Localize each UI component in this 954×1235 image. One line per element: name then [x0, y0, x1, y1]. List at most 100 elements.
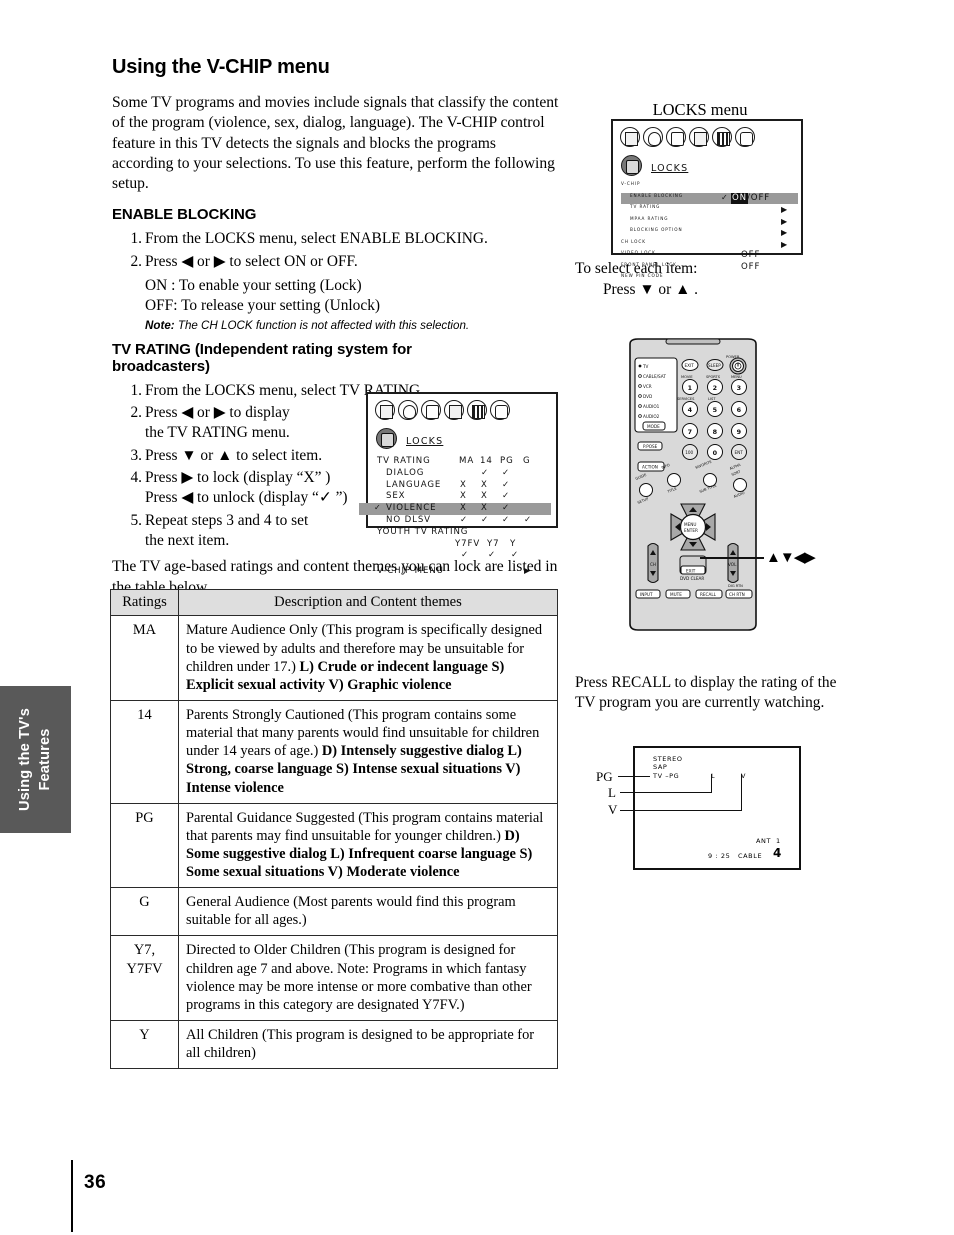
svg-text:MODE: MODE [647, 424, 660, 429]
chevron-right-icon: ▶ [524, 566, 532, 576]
youth-values-row[interactable]: ✓ ✓ ✓ [377, 549, 556, 561]
menu-value-front-panel-lock: OFF [741, 261, 761, 272]
svg-text:P.POSE: P.POSE [643, 444, 658, 449]
callout-l: L [608, 785, 616, 800]
select-item-note-line1: To select each item: [575, 260, 698, 277]
tv-rating-row-sex[interactable]: SEX X X ✓ [377, 490, 556, 502]
svg-text:MUTE: MUTE [670, 592, 682, 597]
cell-description: Directed to Older Children (This program… [178, 935, 558, 1022]
osd-selected-label: LOCKS [406, 435, 444, 447]
svg-text:CH: CH [650, 562, 656, 567]
step-text: Press ◀ or ▶ to select ON or OFF. [145, 252, 358, 270]
svg-text:4: 4 [688, 406, 693, 414]
cell-rating: PG [110, 802, 179, 889]
setup-icon[interactable] [689, 127, 709, 147]
cell-dialog-pg: ✓ [502, 467, 511, 478]
svg-text:VCR: VCR [643, 384, 652, 389]
youth-tv-rating-row: YOUTH TV RATING [377, 526, 556, 538]
menu-item-mpaa-rating[interactable]: MPAA RATING ▶ [621, 216, 801, 228]
menu-value-on: ON [731, 192, 748, 205]
chevron-right-icon: ▶ [781, 239, 789, 249]
table-row: G General Audience (Most parents would f… [110, 887, 558, 937]
svg-text:INPUT: INPUT [640, 592, 653, 597]
cell-rating: Y [110, 1020, 179, 1070]
youth-col-y7: Y7 [487, 538, 500, 549]
tv-rating-row-language[interactable]: LANGUAGE X X ✓ [377, 479, 556, 491]
row-label-dialog: DIALOG [386, 467, 425, 478]
svg-text:VOL: VOL [728, 562, 737, 567]
osd-ant-number: 1 [776, 837, 781, 845]
list-item: 2. Press ◀ or ▶ to select ON or OFF. [112, 252, 560, 272]
svg-text:CABLE/SAT: CABLE/SAT [643, 374, 666, 379]
step-number: 4. [130, 468, 142, 486]
menu-item-enable-blocking[interactable]: ENABLE BLOCKING ✓ ON /OFF [621, 192, 801, 205]
callout-pg: PG [596, 769, 613, 784]
callout-pg-leader [618, 776, 650, 778]
select-item-note: To select each item: Press ▼ or ▲ . [575, 259, 835, 301]
enable-blocking-steps: 1. From the LOCKS menu, select ENABLE BL… [112, 229, 560, 272]
svg-text:DIG RTN: DIG RTN [728, 584, 743, 588]
cell-language-ma: X [460, 479, 467, 490]
osd-source: CABLE [738, 852, 763, 860]
svg-text:EXIT: EXIT [686, 569, 696, 574]
svg-text:1: 1 [688, 384, 692, 392]
picture-icon[interactable] [620, 127, 640, 147]
remote-callout-leader [700, 557, 764, 559]
col-header-description: Description and Content themes [178, 588, 558, 617]
table-row: PG Parental Guidance Suggested (This pro… [110, 802, 558, 889]
locks-icon[interactable] [735, 127, 755, 147]
col-header-pg: PG [500, 456, 514, 466]
channels-icon[interactable] [712, 127, 732, 147]
callout-l-leader-v [711, 774, 713, 793]
chevron-right-icon: ▶ [781, 228, 789, 237]
svg-text:3: 3 [737, 384, 741, 392]
cell-description: General Audience (Most parents would fin… [178, 887, 558, 937]
svg-text:MENU: MENU [684, 522, 696, 527]
page-number-rule [71, 1160, 73, 1232]
cell-language-pg: ✓ [502, 479, 511, 490]
row-label-sex: SEX [386, 491, 406, 502]
desc-text: Parental Guidance Suggested (This progra… [186, 809, 544, 844]
svg-text:0: 0 [713, 449, 718, 457]
menu-item-ch-lock[interactable]: CH LOCK ▶ [621, 239, 801, 251]
col-header-g: G [523, 456, 531, 466]
svg-text:DVD: DVD [643, 394, 652, 399]
tv-rating-row-violence[interactable]: ✓ VIOLENCE X X ✓ [374, 502, 556, 514]
svg-text:TV: TV [642, 364, 649, 369]
cell-description: Parents Strongly Cautioned (This program… [178, 699, 558, 804]
menu-label-enable-blocking: ENABLE BLOCKING [630, 192, 683, 198]
tv-rating-header-label: TV RATING [377, 456, 431, 466]
page-number: 36 [84, 1172, 107, 1193]
tv-rating-osd-diagram: LOCKS TV RATING MA 14 PG G DIALOG ✓ ✓ LA… [359, 392, 558, 576]
cell-sex-14: X [481, 491, 488, 502]
osd-channel-number: 4 [773, 846, 782, 860]
menu-item-blocking-option[interactable]: BLOCKING OPTION ▶ [621, 227, 801, 239]
table-row: Y7, Y7FV Directed to Older Children (Thi… [110, 935, 558, 1022]
heading-enable-blocking: ENABLE BLOCKING [112, 206, 257, 224]
locks-group-title-row: V-CHIP [621, 181, 801, 193]
step-number: 2. [130, 403, 142, 421]
audio-icon[interactable] [643, 127, 663, 147]
svg-text:SERVICES: SERVICES [677, 397, 695, 401]
tv-rating-row-no-dlsv[interactable]: NO DLSV ✓ ✓ ✓ ✓ [377, 514, 556, 526]
svg-text:AUDIO1: AUDIO1 [643, 404, 660, 409]
osd-selected-icon-row: LOCKS [368, 420, 556, 449]
menu-label-video-lock: VIDEO LOCK [621, 250, 656, 255]
manual-page: Using the TV's Features 36 Using the V-C… [0, 0, 954, 1235]
captions-icon[interactable] [666, 127, 686, 147]
note-label: Note: [145, 318, 175, 332]
tv-rating-row-dialog[interactable]: DIALOG ✓ ✓ [377, 467, 556, 479]
table-header-row: Ratings Description and Content themes [110, 588, 558, 617]
heading-tv-rating-line1: TV RATING (Independent rating system for [112, 340, 412, 358]
menu-label-mpaa-rating: MPAA RATING [630, 215, 669, 221]
col-header-ratings: Ratings [110, 588, 179, 617]
menu-label-tv-rating: TV RATING [630, 204, 661, 209]
svg-text:DVD CLEAR: DVD CLEAR [680, 576, 704, 581]
cell-description: All Children (This program is designed t… [178, 1020, 558, 1070]
menu-item-tv-rating[interactable]: TV RATING ▶ [621, 204, 801, 216]
cell-violence-ma: X [460, 503, 467, 514]
vchip-menu-row[interactable]: V-CHIP MENU ▶ [377, 561, 556, 576]
youth-col-y7fv: Y7FV [455, 538, 481, 549]
cell-youth-y: ✓ [511, 550, 520, 561]
svg-text:MOVIE: MOVIE [681, 375, 693, 379]
